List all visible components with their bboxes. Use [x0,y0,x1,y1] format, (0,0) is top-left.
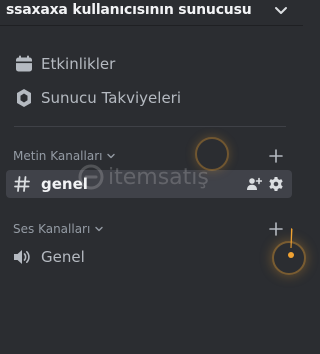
channel-name: Genel [41,248,85,266]
voice-channels-category[interactable]: Ses Kanalları [13,220,104,238]
hashtag-icon [12,174,32,194]
chevron-down-icon[interactable] [273,2,289,18]
server-boosts-label: Sunucu Takviyeleri [41,89,182,107]
channel-name: genel [41,175,88,193]
calendar-icon [14,54,34,74]
events-menu-item[interactable]: Etkinlikler [6,49,292,79]
voice-channel-genel[interactable]: Genel [6,243,292,271]
add-voice-channel-plus-icon[interactable] [269,222,283,236]
chevron-down-icon [95,226,104,232]
events-label: Etkinlikler [41,55,116,73]
exclamation-icon [288,228,294,258]
chevron-down-icon [107,153,116,159]
section-divider [14,126,286,127]
text-channel-genel[interactable]: genel [6,170,292,198]
voice-channels-title: Ses Kanalları [13,222,91,236]
gear-icon[interactable] [268,176,284,192]
text-channels-category[interactable]: Metin Kanalları [13,147,116,165]
speaker-icon [12,247,32,267]
highlight-ring [195,137,229,171]
boost-gem-icon [14,88,34,108]
add-text-channel-plus-icon[interactable] [269,149,283,163]
server-name: ssaxaxa kullanıcısının sunucusu [6,2,252,18]
server-boosts-menu-item[interactable]: Sunucu Takviyeleri [6,83,292,113]
add-member-icon[interactable] [246,176,262,192]
text-channels-title: Metin Kanalları [13,149,103,163]
server-header[interactable]: ssaxaxa kullanıcısının sunucusu [0,0,303,26]
